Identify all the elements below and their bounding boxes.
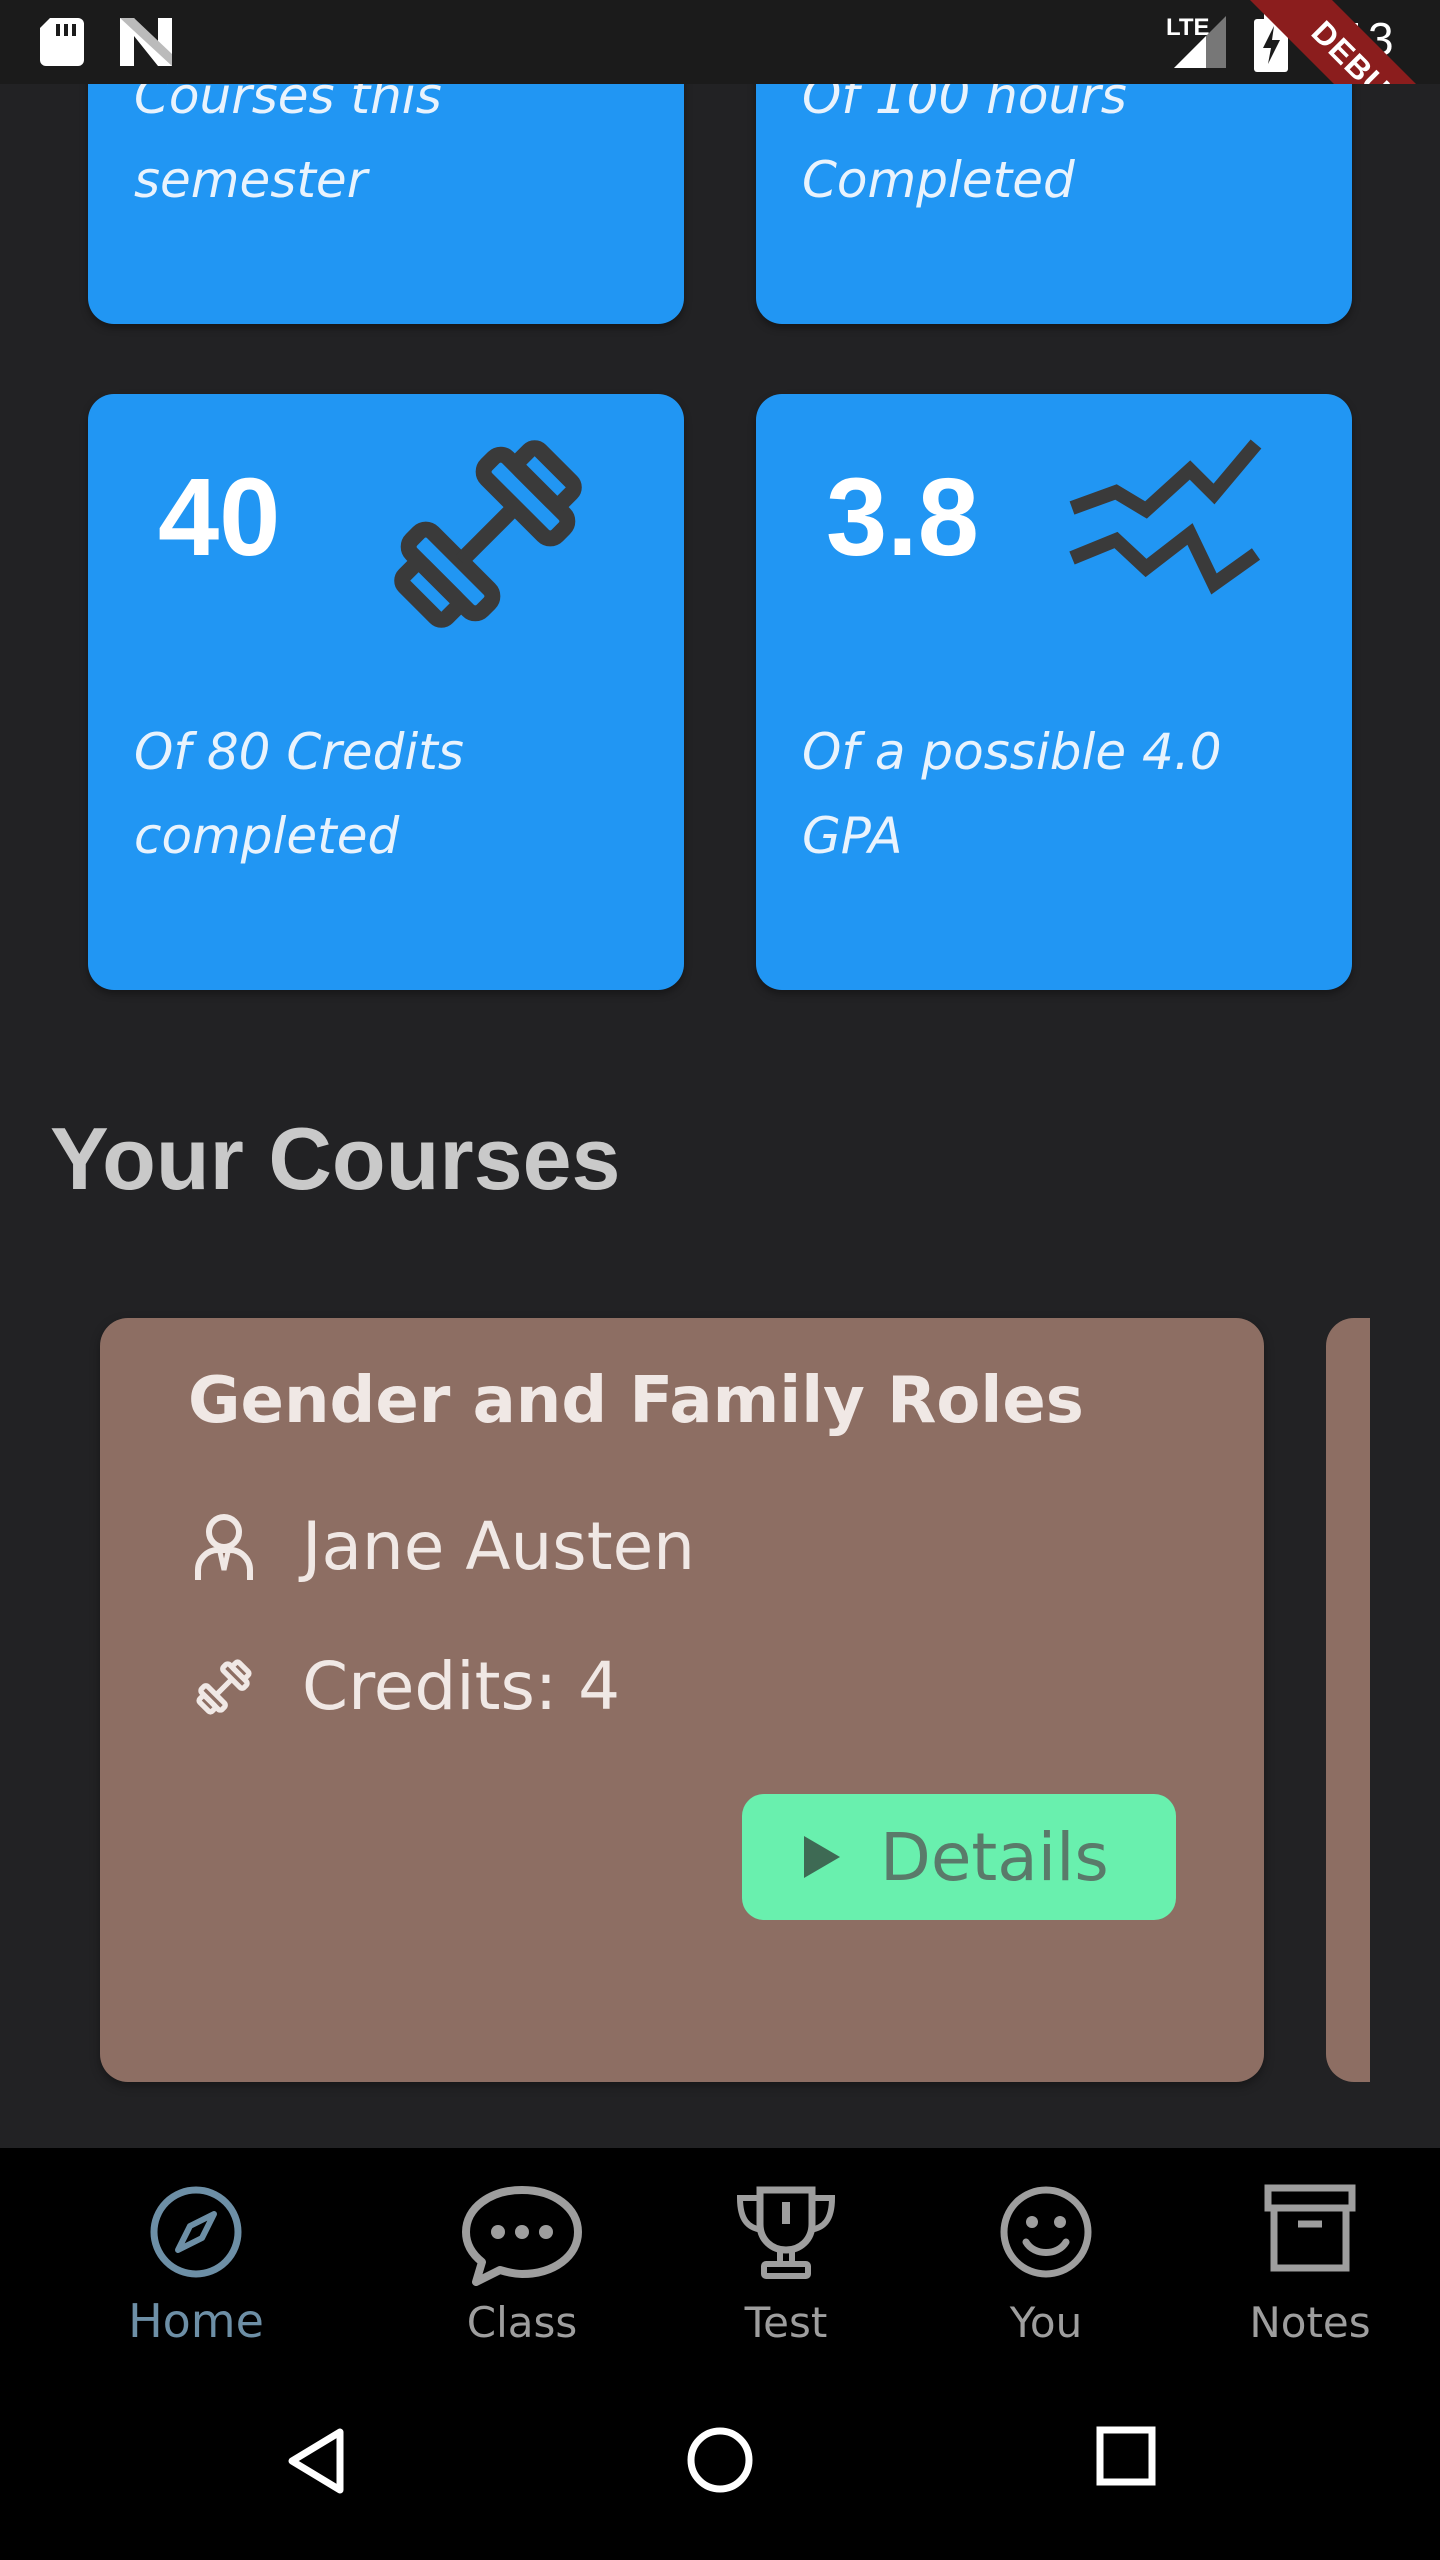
home-circle-icon[interactable] [686, 2426, 754, 2494]
stat-card-credits: 40 Of 80 Credits completed [88, 394, 684, 990]
nav-notes[interactable]: Notes [1210, 2148, 1410, 2384]
stat-subtitle: Of a possible 4.0 GPA [802, 723, 1222, 865]
course-instructor-row: Jane Austen [192, 1508, 695, 1585]
system-navigation [0, 2384, 1440, 2560]
nav-test[interactable]: Test [686, 2148, 886, 2384]
details-button[interactable]: Details [742, 1794, 1176, 1920]
archive-icon [1264, 2184, 1356, 2272]
chat-icon [462, 2186, 582, 2286]
sd-card-icon [40, 18, 84, 66]
nav-class[interactable]: Class [422, 2148, 622, 2384]
dumbbell-icon [394, 440, 582, 628]
compass-icon [150, 2186, 242, 2278]
nav-label: Home [128, 2294, 264, 2348]
details-label: Details [880, 1818, 1109, 1896]
course-instructor: Jane Austen [302, 1508, 696, 1585]
trophy-icon [736, 2186, 836, 2279]
nav-label: Test [744, 2298, 828, 2347]
course-title: Gender and Family Roles [188, 1364, 1084, 1438]
course-credits: Credits: 4 [302, 1648, 621, 1725]
stat-card-gpa: 3.8 Of a possible 4.0 GPA [756, 394, 1352, 990]
n-icon [120, 18, 172, 66]
smiley-icon [1000, 2186, 1092, 2278]
stat-value: 40 [158, 456, 281, 579]
nav-you[interactable]: You [946, 2148, 1146, 2384]
stat-subtitle: Of 80 Credits completed [134, 723, 464, 865]
bottom-navigation: Home Class Test You Notes [0, 2148, 1440, 2384]
course-credits-row: Credits: 4 [192, 1648, 620, 1725]
section-title: Your Courses [50, 1109, 621, 1208]
signal-icon [1174, 16, 1226, 68]
person-icon [195, 1513, 253, 1580]
nav-label: Notes [1249, 2298, 1371, 2347]
status-bar: LTE 1:13 DEBUG [0, 0, 1440, 84]
trending-icon [1069, 439, 1262, 595]
course-card-next[interactable] [1326, 1318, 1370, 2082]
nav-label: You [1009, 2298, 1083, 2347]
stat-value: 3.8 [826, 456, 979, 579]
nav-home[interactable]: Home [96, 2148, 296, 2384]
dumbbell-icon [196, 1658, 252, 1715]
course-card[interactable]: Gender and Family Roles Jane Austen Cred… [100, 1318, 1264, 2082]
nav-label: Class [466, 2298, 578, 2347]
play-icon [804, 1836, 840, 1878]
recents-icon[interactable] [1096, 2426, 1156, 2486]
back-icon[interactable] [286, 2426, 346, 2496]
